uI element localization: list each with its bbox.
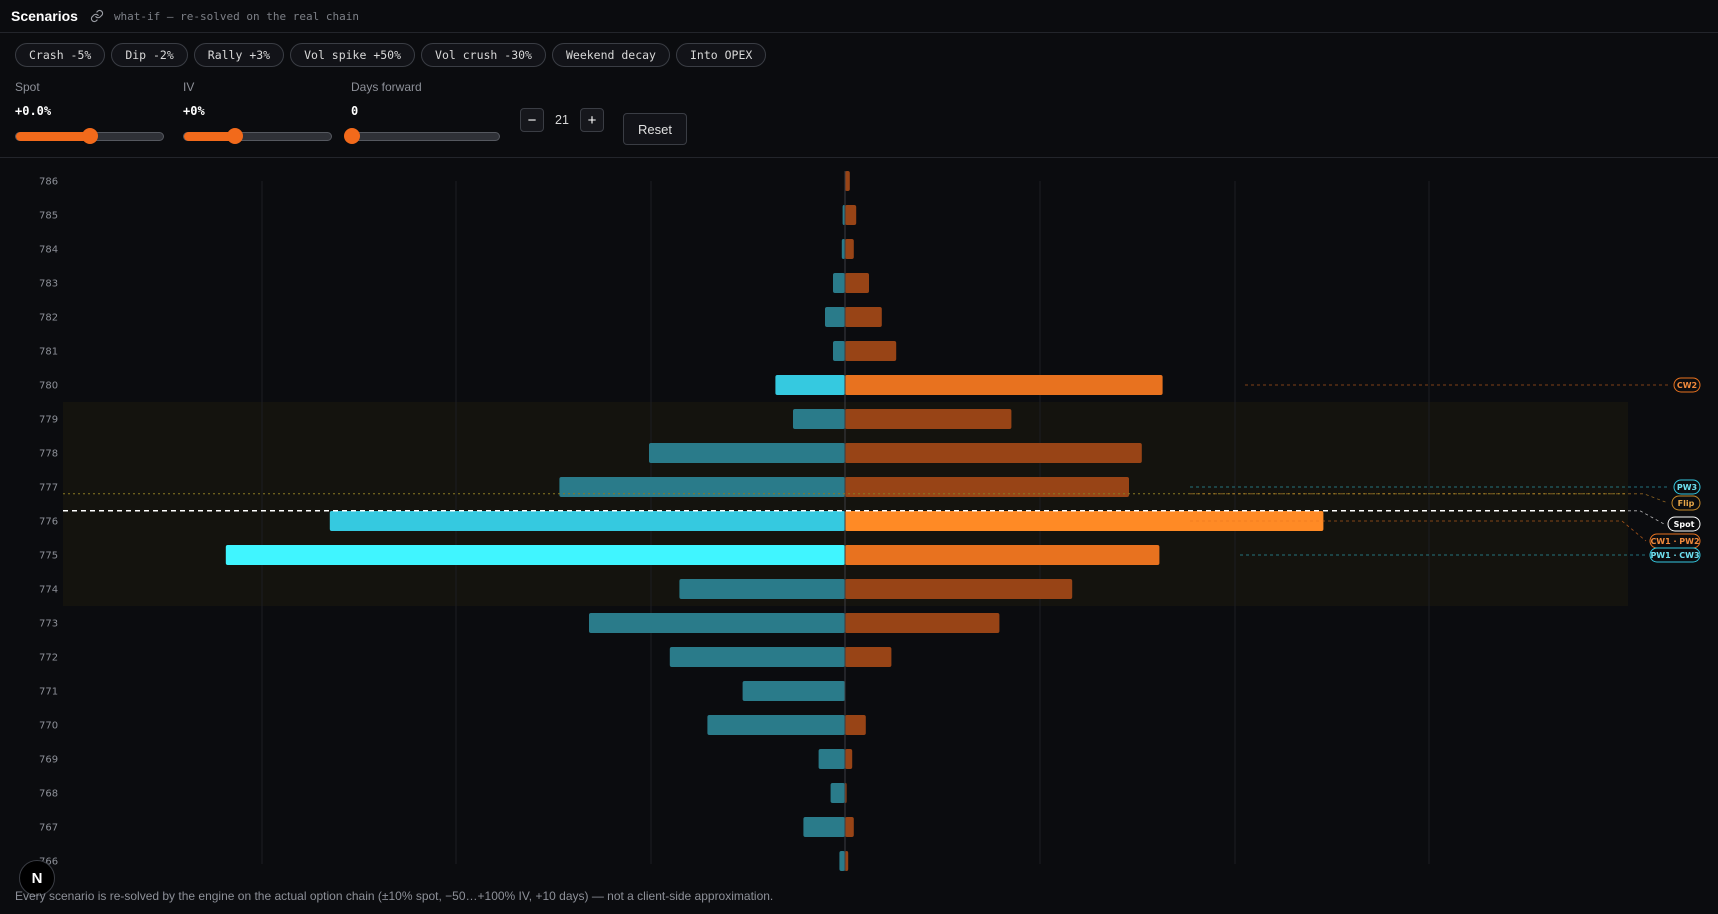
strike-label-786: 786: [39, 177, 58, 188]
header-bar: Scenarios what-if — re-solved on the rea…: [0, 0, 1718, 33]
put-bar-770: [707, 715, 845, 735]
marker-label-0: CW2: [1677, 381, 1697, 390]
marker-label-5: PW1 · CW3: [1650, 551, 1699, 560]
call-bar-774: [845, 579, 1073, 599]
put-bar-766: [839, 851, 845, 871]
spot-label: Spot: [15, 80, 40, 94]
call-bar-779: [845, 409, 1012, 429]
days-forward-slider[interactable]: [344, 128, 500, 144]
put-bar-782: [825, 307, 845, 327]
days-forward-value: 0: [351, 104, 359, 118]
spot-slider-fill: [16, 132, 90, 141]
preset-rally-button[interactable]: Rally +3%: [193, 43, 285, 67]
put-bar-773: [589, 613, 845, 633]
marker-label-4: CW1 · PW2: [1650, 537, 1699, 546]
call-bar-782: [845, 307, 882, 327]
days-forward-label: Days forward: [351, 80, 422, 94]
days-forward-slider-thumb[interactable]: [344, 128, 360, 144]
call-bar-777: [845, 477, 1129, 497]
preset-vol-crush-button[interactable]: Vol crush -30%: [421, 43, 546, 67]
spot-value: +0.0%: [15, 104, 52, 118]
iv-value: +0%: [183, 104, 205, 118]
marker-leader-3: [1628, 510, 1665, 525]
strike-label-778: 778: [39, 449, 58, 460]
put-bar-778: [649, 443, 845, 463]
put-bar-767: [803, 817, 845, 837]
call-bar-784: [845, 239, 854, 259]
call-bar-778: [845, 443, 1142, 463]
preset-dip-button[interactable]: Dip -2%: [111, 43, 188, 67]
strike-label-776: 776: [39, 517, 58, 528]
iv-slider[interactable]: [183, 128, 332, 144]
page-subtitle: what-if — re-solved on the real chain: [113, 9, 359, 23]
strike-label-772: 772: [39, 653, 58, 664]
strike-label-777: 777: [39, 483, 58, 494]
preset-vol-spike-button[interactable]: Vol spike +50%: [290, 43, 416, 67]
put-bar-776: [329, 511, 845, 531]
strike-label-775: 775: [39, 551, 58, 562]
strike-label-783: 783: [39, 279, 58, 290]
put-bar-783: [833, 273, 845, 293]
decrement-button[interactable]: −: [520, 108, 544, 132]
call-bar-783: [845, 273, 869, 293]
strike-label-779: 779: [39, 415, 58, 426]
preset-into-opex-button[interactable]: Into OPEX: [675, 43, 767, 67]
call-bar-780: [845, 375, 1163, 395]
put-bar-769: [818, 749, 845, 769]
call-bar-786: [845, 171, 850, 191]
iv-slider-thumb[interactable]: [227, 128, 244, 144]
put-bar-777: [559, 477, 845, 497]
put-bar-775: [225, 545, 846, 565]
strike-label-785: 785: [39, 211, 58, 222]
strike-label-768: 768: [39, 789, 58, 800]
put-bar-774: [679, 579, 845, 599]
marker-label-1: PW3: [1677, 483, 1697, 492]
strike-label-784: 784: [39, 245, 58, 256]
preset-crash-button[interactable]: Crash -5%: [15, 43, 106, 67]
strike-label-782: 782: [39, 313, 58, 324]
call-bar-772: [845, 647, 892, 667]
increment-button[interactable]: +: [580, 108, 604, 132]
put-bar-780: [775, 375, 845, 395]
put-bar-781: [833, 341, 845, 361]
page-title: Scenarios: [11, 8, 78, 24]
strike-label-767: 767: [39, 823, 58, 834]
gamma-exposure-chart: 786 785 784 783 782 781 780 779 778 777 776 775 774 7…: [39, 171, 1701, 871]
call-bar-769: [845, 749, 853, 769]
strike-label-774: 774: [39, 585, 58, 596]
call-bar-773: [845, 613, 1000, 633]
stepper-value: 21: [555, 113, 569, 127]
strike-label-773: 773: [39, 619, 58, 630]
marker-label-3: Spot: [1674, 520, 1695, 529]
strike-label-770: 770: [39, 721, 58, 732]
spot-slider-thumb[interactable]: [81, 128, 98, 144]
call-bar-785: [845, 205, 857, 225]
spot-slider[interactable]: [15, 128, 164, 144]
controls-panel: Spot +0.0% IV +0% Days forward 0 − 21 +: [0, 78, 1718, 158]
call-bar-770: [845, 715, 866, 735]
iv-label: IV: [183, 80, 195, 94]
reset-button[interactable]: Reset: [623, 113, 687, 145]
call-bar-775: [845, 545, 1160, 565]
call-bar-767: [845, 817, 854, 837]
put-bar-779: [793, 409, 845, 429]
footer-note: Every scenario is re-solved by the engin…: [15, 889, 774, 903]
strike-label-769: 769: [39, 755, 58, 766]
link-icon[interactable]: [90, 9, 104, 23]
preset-bar: Crash -5% Dip -2% Rally +3% Vol spike +5…: [15, 43, 767, 67]
put-bar-772: [669, 647, 845, 667]
strike-label-771: 771: [39, 687, 58, 698]
put-bar-768: [830, 783, 845, 803]
call-bar-781: [845, 341, 897, 361]
marker-label-2: Flip: [1678, 499, 1695, 508]
strike-label-781: 781: [39, 347, 58, 358]
preset-weekend-decay-button[interactable]: Weekend decay: [551, 43, 670, 67]
strike-label-780: 780: [39, 381, 58, 392]
put-bar-771: [742, 681, 845, 701]
